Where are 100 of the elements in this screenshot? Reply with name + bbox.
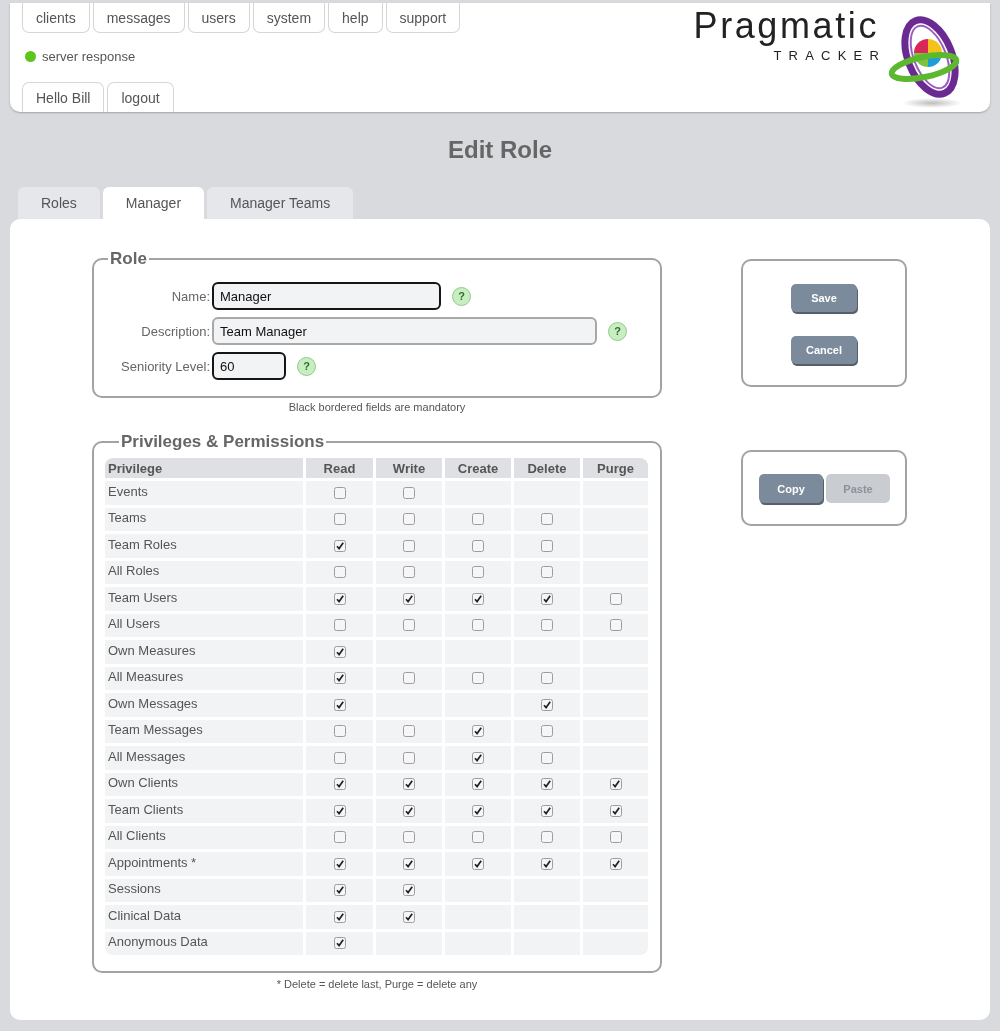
- checkbox[interactable]: [609, 619, 622, 632]
- table-cell: Sessions: [105, 878, 303, 902]
- checkbox[interactable]: [333, 513, 346, 526]
- checkbox[interactable]: [472, 804, 484, 817]
- checkbox[interactable]: [472, 592, 484, 605]
- checkbox[interactable]: [472, 857, 484, 870]
- table-cell: Team Messages: [105, 719, 303, 743]
- checkbox[interactable]: [472, 566, 484, 579]
- checkbox[interactable]: [333, 804, 346, 817]
- footnote: * Delete = delete last, Purge = delete any: [275, 978, 479, 991]
- checkbox[interactable]: [333, 566, 346, 579]
- checkbox[interactable]: [541, 619, 553, 632]
- checkbox[interactable]: [333, 910, 346, 923]
- nav-tab[interactable]: users: [187, 3, 250, 33]
- checkbox[interactable]: [472, 751, 484, 764]
- action-button[interactable]: Cancel: [791, 336, 857, 364]
- checkbox[interactable]: [472, 619, 484, 632]
- column-header: Privilege: [105, 458, 303, 478]
- checkbox[interactable]: [472, 725, 484, 738]
- checkbox[interactable]: [403, 751, 415, 764]
- checkbox[interactable]: [472, 672, 484, 685]
- tab[interactable]: Manager: [102, 187, 205, 219]
- column-header: Write: [376, 458, 442, 478]
- checkbox[interactable]: [333, 645, 346, 658]
- nav-tab[interactable]: support: [385, 3, 461, 33]
- checkbox[interactable]: [403, 778, 415, 791]
- checkbox[interactable]: [541, 513, 553, 526]
- nav-tab[interactable]: help: [328, 3, 383, 33]
- column-header: Purge: [583, 458, 648, 478]
- checkbox[interactable]: [403, 592, 415, 605]
- help-button[interactable]: ?: [452, 286, 471, 306]
- input-field[interactable]: 60: [212, 352, 286, 380]
- checkbox[interactable]: [333, 592, 346, 605]
- help-button[interactable]: ?: [297, 356, 316, 376]
- checkbox[interactable]: [333, 539, 346, 552]
- tab[interactable]: Roles: [18, 187, 100, 219]
- user-tab[interactable]: Hello Bill: [22, 82, 105, 112]
- action-button[interactable]: Save: [791, 284, 857, 312]
- clipboard-button[interactable]: Copy: [759, 474, 823, 503]
- checkbox[interactable]: [403, 831, 415, 844]
- checkbox[interactable]: [609, 592, 622, 605]
- help-button[interactable]: ?: [608, 321, 627, 341]
- checkbox[interactable]: [541, 778, 553, 791]
- checkbox[interactable]: [403, 513, 415, 526]
- checkbox[interactable]: [403, 539, 415, 552]
- checkbox[interactable]: [403, 910, 415, 923]
- checkbox[interactable]: [472, 778, 484, 791]
- logo-subtitle: TRACKER: [773, 48, 886, 64]
- checkbox[interactable]: [333, 884, 346, 897]
- page-title: Edit Role: [447, 136, 553, 164]
- checkbox[interactable]: [403, 619, 415, 632]
- checkbox[interactable]: [333, 857, 346, 870]
- checkbox[interactable]: [333, 486, 346, 499]
- checkbox[interactable]: [541, 831, 553, 844]
- nav-tab[interactable]: clients: [22, 3, 90, 33]
- checkbox[interactable]: [541, 592, 553, 605]
- checkbox[interactable]: [403, 857, 415, 870]
- checkbox[interactable]: [403, 884, 415, 897]
- checkbox[interactable]: [403, 804, 415, 817]
- checkbox[interactable]: [609, 804, 622, 817]
- table-cell: Appointments *: [105, 852, 303, 876]
- checkbox[interactable]: [403, 672, 415, 685]
- checkbox[interactable]: [333, 778, 346, 791]
- nav-tab[interactable]: messages: [92, 3, 185, 33]
- column-header: Read: [306, 458, 373, 478]
- checkbox[interactable]: [333, 725, 346, 738]
- nav-tab[interactable]: system: [252, 3, 326, 33]
- checkbox[interactable]: [541, 804, 553, 817]
- checkbox[interactable]: [541, 672, 553, 685]
- checkbox[interactable]: [403, 725, 415, 738]
- checkbox[interactable]: [333, 672, 346, 685]
- checkbox[interactable]: [403, 486, 415, 499]
- checkbox[interactable]: [472, 513, 484, 526]
- checkbox[interactable]: [333, 619, 346, 632]
- group-title: Role: [109, 249, 148, 269]
- checkbox[interactable]: [541, 539, 553, 552]
- checkbox[interactable]: [609, 857, 622, 870]
- checkbox[interactable]: [541, 698, 553, 711]
- table-cell: All Clients: [105, 825, 303, 849]
- checkbox[interactable]: [541, 566, 553, 579]
- checkbox[interactable]: [333, 698, 346, 711]
- input-field[interactable]: Team Manager: [212, 317, 597, 345]
- checkbox[interactable]: [609, 831, 622, 844]
- checkbox[interactable]: [333, 831, 346, 844]
- checkbox[interactable]: [609, 778, 622, 791]
- checkbox[interactable]: [472, 539, 484, 552]
- checkbox[interactable]: [403, 566, 415, 579]
- checkbox[interactable]: [333, 751, 346, 764]
- table-cell: Own Messages: [105, 693, 303, 717]
- checkbox[interactable]: [333, 937, 346, 950]
- logout-tab[interactable]: logout: [107, 82, 174, 112]
- checkbox[interactable]: [541, 857, 553, 870]
- tab[interactable]: Manager Teams: [207, 187, 354, 219]
- checkbox[interactable]: [541, 725, 553, 738]
- logo-wordmark: Pragmatic: [693, 6, 879, 46]
- checkbox[interactable]: [472, 831, 484, 844]
- input-field[interactable]: Manager: [212, 282, 441, 310]
- table-cell: Team Clients: [105, 799, 303, 823]
- checkbox[interactable]: [541, 751, 553, 764]
- field-label: Name:: [170, 288, 210, 304]
